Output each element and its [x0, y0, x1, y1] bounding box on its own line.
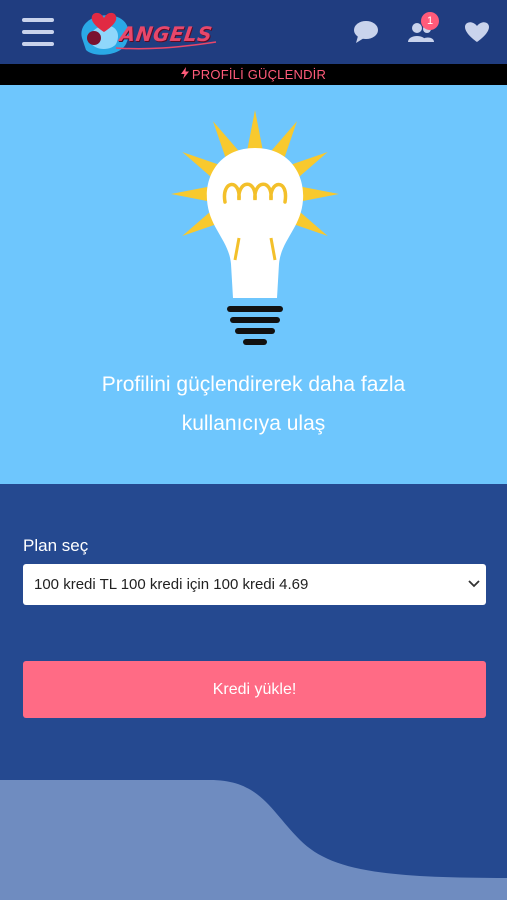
heart-icon[interactable]	[464, 20, 492, 46]
hamburger-menu-icon[interactable]	[22, 18, 54, 46]
plan-select-value: 100 kredi TL 100 kredi için 100 kredi 4.…	[34, 576, 309, 593]
angels-logo[interactable]: ANGELS	[76, 4, 226, 62]
decorative-wave	[0, 780, 507, 900]
hero-message-line-2: kullanıcıya ulaş	[181, 412, 326, 435]
users-icon[interactable]: 1	[407, 12, 439, 46]
light-bulb-icon	[171, 110, 339, 345]
plan-select-dropdown[interactable]: 100 kredi TL 100 kredi için 100 kredi 4.…	[23, 564, 486, 605]
hero-message: Profilini güçlendirerek daha fazla kulla…	[40, 365, 467, 443]
boost-profile-label: PROFİLİ GÜÇLENDİR	[191, 67, 327, 82]
load-credit-button[interactable]: Kredi yükle!	[23, 661, 486, 718]
chevron-down-icon	[468, 580, 480, 588]
plan-select-label: Plan seç	[23, 536, 89, 555]
hero-section: Profilini güçlendirerek daha fazla kulla…	[0, 85, 507, 484]
boost-profile-link[interactable]: PROFİLİ GÜÇLENDİR	[0, 64, 507, 85]
logo-text: ANGELS	[118, 22, 215, 46]
lightning-bolt-icon	[180, 64, 189, 85]
hero-message-line-1: Profilini güçlendirerek daha fazla	[101, 373, 406, 396]
notification-badge: 1	[421, 12, 439, 30]
top-navigation-bar: ANGELS 1	[0, 0, 507, 64]
chat-icon[interactable]	[353, 20, 381, 46]
